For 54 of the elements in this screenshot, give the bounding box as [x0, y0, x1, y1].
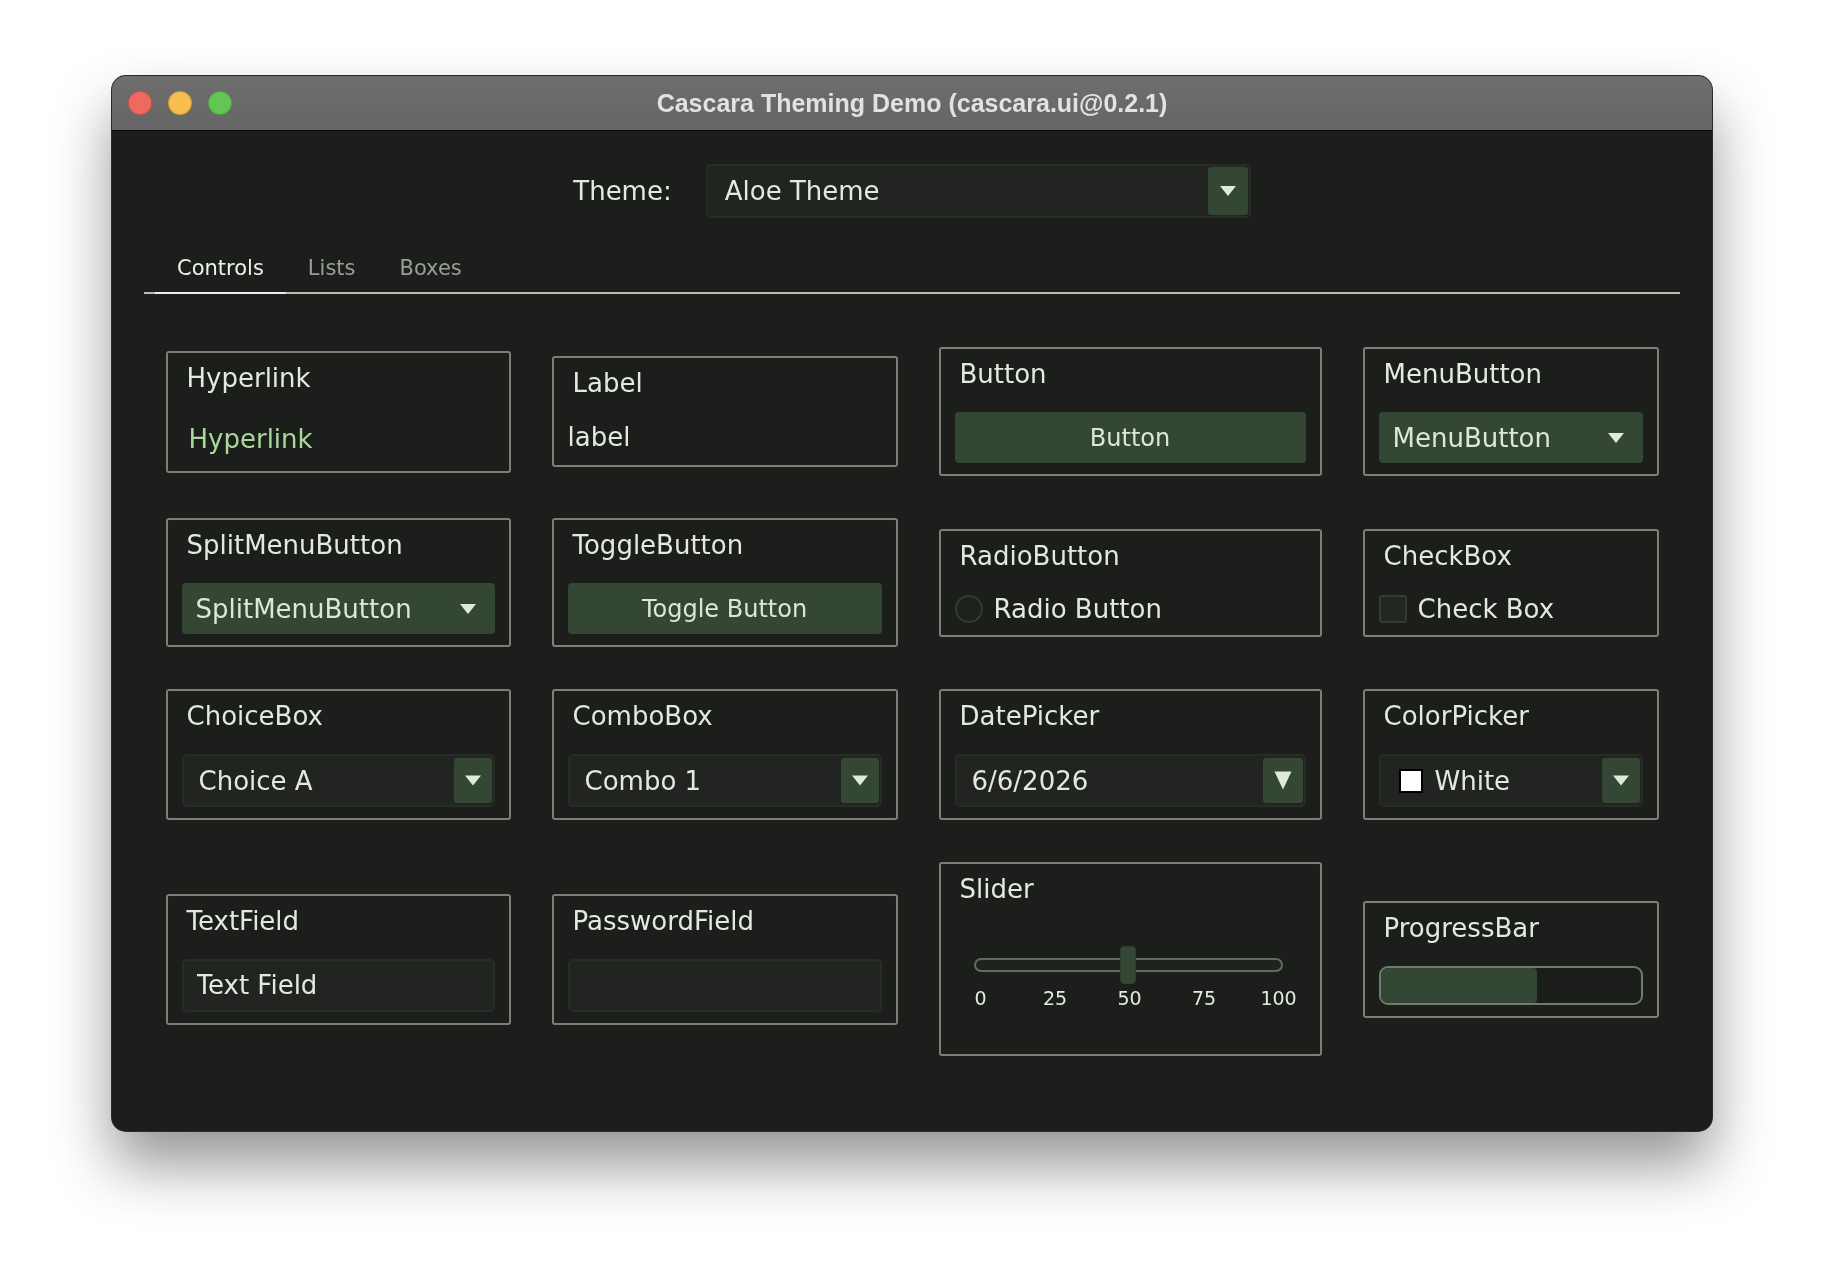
- hyperlink[interactable]: Hyperlink: [181, 417, 320, 460]
- card-title: ToggleButton: [571, 530, 744, 560]
- card-title: ProgressBar: [1382, 912, 1539, 943]
- card-title: DatePicker: [958, 701, 1100, 731]
- theme-dropdown[interactable]: Aloe Theme: [705, 164, 1251, 218]
- close-button[interactable]: [128, 91, 152, 115]
- slider-tick-label: 75: [1191, 987, 1217, 1009]
- slider-track[interactable]: [973, 958, 1283, 972]
- slider-tick-label: 100: [1260, 987, 1297, 1009]
- tab[interactable]: Boxes: [377, 246, 484, 294]
- tab[interactable]: Lists: [285, 246, 378, 294]
- caret-icon: [459, 603, 476, 614]
- push-button[interactable]: Button: [954, 412, 1306, 463]
- caret-icon: [1607, 432, 1624, 443]
- color-picker[interactable]: White: [1378, 754, 1643, 807]
- split-menu-button[interactable]: SplitMenuButton: [181, 583, 495, 634]
- slider-tick-label: 50: [1117, 987, 1142, 1009]
- date-picker[interactable]: 6/6/2026: [954, 754, 1306, 807]
- tab[interactable]: Controls: [155, 246, 286, 294]
- slider-tick-label: 25: [1042, 987, 1068, 1009]
- caret-icon: [1207, 167, 1248, 215]
- toggle-button[interactable]: Toggle Button: [567, 583, 882, 634]
- card-title: Slider: [958, 874, 1034, 904]
- card-title: ColorPicker: [1382, 701, 1529, 731]
- radio-button[interactable]: [954, 594, 983, 623]
- choice-box[interactable]: Choice A: [181, 754, 495, 807]
- card-title: CheckBox: [1382, 540, 1512, 571]
- slider-tick-label: 0: [974, 987, 987, 1009]
- text-field[interactable]: Text Field: [181, 958, 495, 1012]
- window-title: Cascara Theming Demo (cascara.ui@0.2.1): [656, 88, 1168, 118]
- caret-icon: [1601, 758, 1640, 803]
- label-text: label: [567, 421, 631, 454]
- card-title: RadioButton: [958, 540, 1120, 571]
- card-title: Hyperlink: [185, 362, 311, 393]
- card-title: ChoiceBox: [185, 701, 323, 731]
- menu-button[interactable]: MenuButton: [1378, 412, 1643, 463]
- caret-icon: [453, 758, 492, 803]
- card-title: Label: [571, 368, 643, 398]
- zoom-button[interactable]: [208, 91, 232, 115]
- minimize-button[interactable]: [168, 91, 192, 115]
- card-title: PasswordField: [571, 905, 754, 936]
- card-title: TextField: [185, 905, 300, 936]
- card-title: SplitMenuButton: [185, 530, 403, 560]
- caret-icon: [1262, 758, 1303, 803]
- card-title: ComboBox: [571, 701, 713, 731]
- checkbox-label: Check Box: [1417, 593, 1555, 624]
- slider-thumb[interactable]: [1120, 946, 1136, 984]
- radio-label: Radio Button: [993, 593, 1162, 624]
- caret-icon: [840, 758, 879, 803]
- combo-box[interactable]: Combo 1: [567, 754, 882, 807]
- theme-label: Theme:: [573, 176, 672, 206]
- card-title: MenuButton: [1382, 359, 1542, 389]
- checkbox[interactable]: [1378, 594, 1407, 623]
- card-title: Button: [958, 359, 1047, 389]
